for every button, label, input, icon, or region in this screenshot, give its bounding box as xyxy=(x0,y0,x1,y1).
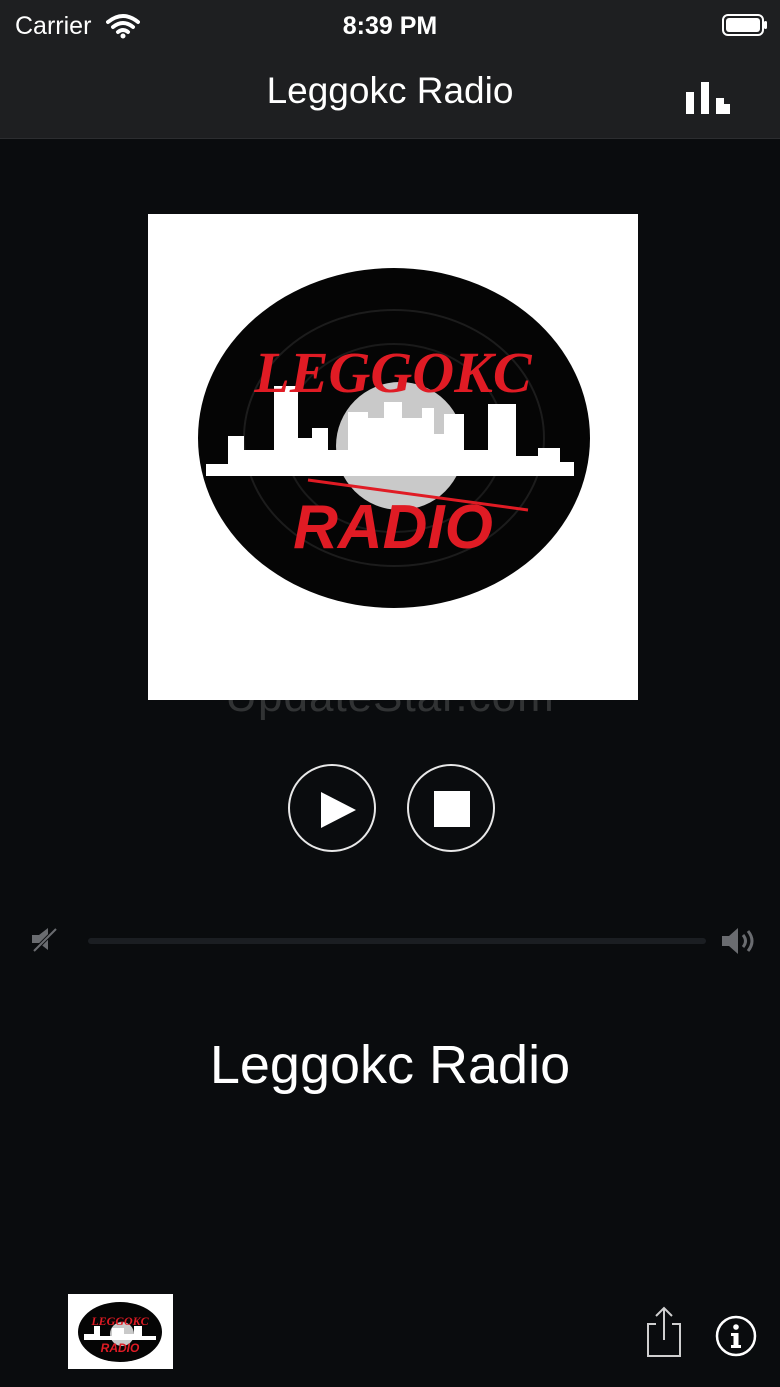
logo-top-text: LEGGOKC xyxy=(253,340,532,405)
info-icon[interactable] xyxy=(714,1314,758,1358)
play-button[interactable] xyxy=(288,764,376,852)
battery-icon xyxy=(722,14,767,36)
volume-mute-icon xyxy=(32,927,58,953)
watermark: UpdateStar.com xyxy=(225,672,555,721)
station-artwork: LEGGOKC RADIO xyxy=(148,214,638,700)
play-icon xyxy=(321,792,356,828)
volume-slider[interactable] xyxy=(88,938,706,944)
logo-bottom-text: RADIO xyxy=(293,493,493,562)
status-bar: Carrier 8:39 PM xyxy=(0,0,780,52)
volume-max-icon xyxy=(722,928,754,954)
stop-button[interactable] xyxy=(407,764,495,852)
equalizer-bars-icon[interactable] xyxy=(684,82,732,114)
share-icon[interactable] xyxy=(644,1306,684,1358)
thumb-bottom-text: RADIO xyxy=(101,1341,140,1355)
navigation-bar: Leggokc Radio xyxy=(0,52,780,139)
nav-title: Leggokc Radio xyxy=(266,70,514,111)
thumbnail-logo: LEGGOKC RADIO xyxy=(78,1302,162,1362)
clock: 8:39 PM xyxy=(342,12,438,40)
station-name: Leggokc Radio xyxy=(209,1035,571,1095)
station-logo: LEGGOKC RADIO xyxy=(198,268,590,608)
stop-icon xyxy=(434,791,470,827)
station-thumbnail[interactable]: LEGGOKC RADIO xyxy=(68,1294,173,1369)
thumb-top-text: LEGGOKC xyxy=(90,1314,149,1328)
